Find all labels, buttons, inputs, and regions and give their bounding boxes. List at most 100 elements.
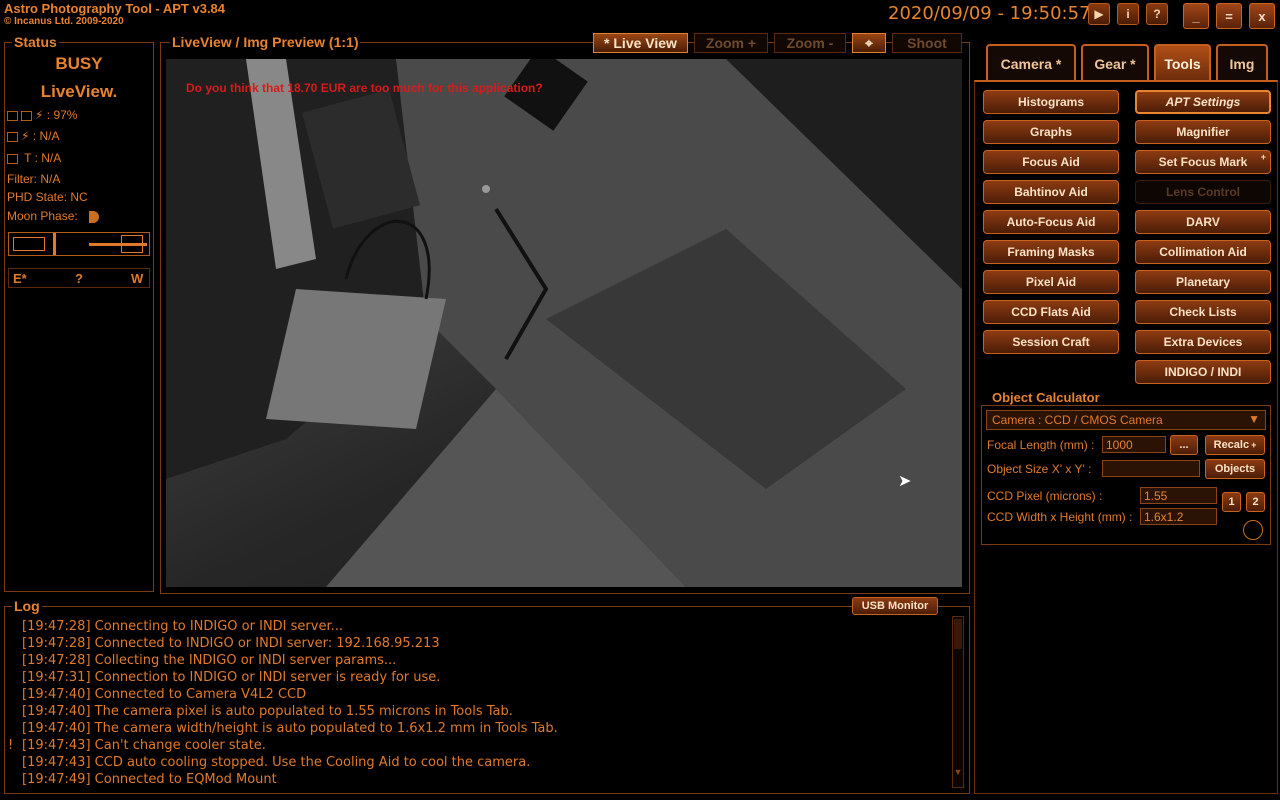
log-entry-text: [19:47:43] Can't change cooler state.	[22, 738, 266, 753]
help-button[interactable]: ?	[1146, 3, 1168, 25]
info-icon: i	[1126, 7, 1130, 21]
recalc-button[interactable]: Recalc +	[1205, 435, 1265, 455]
focal-length-browse-button[interactable]: ...	[1170, 435, 1198, 455]
log-entry: [19:47:40] The camera pixel is auto popu…	[8, 703, 948, 720]
graph-frame-right	[121, 235, 143, 253]
live-preview-image[interactable]: Do you think that 18.70 EUR are too much…	[166, 59, 962, 587]
maximize-icon: =	[1225, 8, 1233, 24]
app-copyright: © Incanus Ltd. 2009-2020	[4, 16, 124, 27]
usb-monitor-button[interactable]: USB Monitor	[852, 597, 938, 615]
log-entry: [19:47:43] CCD auto cooling stopped. Use…	[8, 754, 948, 771]
live-view-button[interactable]: * Live View	[593, 33, 688, 53]
battery-value: : 97%	[46, 108, 78, 122]
moon-phase-row: Moon Phase:	[7, 209, 100, 223]
compass-west: W	[131, 271, 144, 286]
ccd-width-height-label: CCD Width x Height (mm) :	[987, 510, 1133, 524]
framing-masks-button[interactable]: Framing Masks	[983, 240, 1119, 264]
ccd-pixel-input[interactable]	[1140, 487, 1217, 504]
indigo-indi-button[interactable]: INDIGO / INDI	[1135, 360, 1271, 384]
plus-icon: +	[1260, 152, 1266, 162]
apt-settings-button[interactable]: APT Settings	[1135, 90, 1271, 114]
log-title: Log	[12, 598, 42, 614]
temp-label: T :	[24, 151, 38, 165]
tab-img[interactable]: Img	[1216, 44, 1268, 82]
datetime-display: 2020/09/09 - 19:50:57	[888, 3, 1091, 24]
preview-title: LiveView / Img Preview (1:1)	[170, 34, 361, 50]
object-size-input[interactable]	[1102, 460, 1200, 477]
close-icon: x	[1258, 8, 1266, 24]
log-entry: [19:47:40] The camera width/height is au…	[8, 720, 948, 737]
minimize-button[interactable]: _	[1183, 3, 1209, 29]
scroll-down-icon[interactable]: ▼	[953, 767, 963, 785]
histograms-button[interactable]: Histograms	[983, 90, 1119, 114]
check-lists-button[interactable]: Check Lists	[1135, 300, 1271, 324]
fov-circle-icon[interactable]	[1243, 520, 1263, 540]
log-entry: [19:47:28] Connecting to INDIGO or INDI …	[8, 618, 948, 635]
power-icon: ⚡	[21, 129, 30, 143]
objects-button[interactable]: Objects	[1205, 459, 1265, 479]
log-entry-text: [19:47:43] CCD auto cooling stopped. Use…	[22, 755, 531, 770]
shoot-button[interactable]: Shoot	[892, 33, 962, 53]
collimation-aid-button[interactable]: Collimation Aid	[1135, 240, 1271, 264]
app-title: Astro Photography Tool - APT v3.84	[4, 1, 226, 16]
zoom-out-button[interactable]: Zoom -	[774, 33, 846, 53]
focus-aid-button[interactable]: Focus Aid	[983, 150, 1119, 174]
scene-screw	[482, 185, 490, 193]
extra-devices-button[interactable]: Extra Devices	[1135, 330, 1271, 354]
status-panel	[4, 42, 154, 592]
preset-2-button[interactable]: 2	[1246, 492, 1265, 512]
tab-tools[interactable]: Tools	[1154, 44, 1211, 82]
crosshair-icon: ⌖	[865, 34, 873, 51]
scroll-thumb[interactable]	[954, 619, 962, 649]
bahtinov-aid-button[interactable]: Bahtinov Aid	[983, 180, 1119, 204]
ccd-pixel-label: CCD Pixel (microns) :	[987, 489, 1103, 503]
log-entry: [19:47:40] Connected to Camera V4L2 CCD	[8, 686, 948, 703]
ccd-width-height-input[interactable]	[1140, 508, 1217, 525]
minimize-icon: _	[1192, 8, 1200, 24]
moon-phase-label: Moon Phase:	[7, 209, 78, 223]
phd-status: PHD State: NC	[7, 190, 88, 204]
status-title: Status	[12, 34, 59, 50]
log-scrollbar[interactable]: ▼	[952, 616, 964, 788]
auto-focus-aid-button[interactable]: Auto-Focus Aid	[983, 210, 1119, 234]
help-icon: ?	[1153, 7, 1161, 21]
log-entry-text: [19:47:28] Connecting to INDIGO or INDI …	[22, 619, 343, 634]
log-entry: [19:47:28] Collecting the INDIGO or INDI…	[8, 652, 948, 669]
log-entry-marker: !	[8, 738, 14, 753]
ccd-flats-aid-button[interactable]: CCD Flats Aid	[983, 300, 1119, 324]
pixel-aid-button[interactable]: Pixel Aid	[983, 270, 1119, 294]
chevron-down-icon: ▼	[1248, 412, 1260, 426]
log-entry: [19:47:49] Connected to EQMod Mount	[8, 771, 948, 788]
plus-icon: +	[1251, 440, 1257, 450]
graphs-button[interactable]: Graphs	[983, 120, 1119, 144]
laptop-icon	[7, 110, 18, 121]
lens-control-button[interactable]: Lens Control	[1135, 180, 1271, 204]
session-craft-button[interactable]: Session Craft	[983, 330, 1119, 354]
play-button[interactable]: ▶	[1088, 3, 1110, 25]
log-entry-text: [19:47:40] The camera pixel is auto popu…	[22, 704, 513, 719]
info-button[interactable]: i	[1117, 3, 1139, 25]
log-entry-text: [19:47:31] Connection to INDIGO or INDI …	[22, 670, 441, 685]
close-button[interactable]: x	[1249, 3, 1275, 29]
maximize-button[interactable]: =	[1216, 3, 1242, 29]
tab-camera[interactable]: Camera *	[986, 44, 1076, 82]
log-entry: ! [19:47:43] Can't change cooler state.	[8, 737, 948, 754]
crosshair-button[interactable]: ⌖	[852, 33, 886, 53]
focal-length-input[interactable]	[1102, 436, 1166, 453]
planetary-button[interactable]: Planetary	[1135, 270, 1271, 294]
log-entry-text: [19:47:40] The camera width/height is au…	[22, 721, 558, 736]
log-entry-text: [19:47:40] Connected to Camera V4L2 CCD	[22, 687, 307, 702]
log-entry-text: [19:47:28] Collecting the INDIGO or INDI…	[22, 653, 397, 668]
tab-gear[interactable]: Gear *	[1081, 44, 1149, 82]
preset-1-button[interactable]: 1	[1222, 492, 1241, 512]
darv-button[interactable]: DARV	[1135, 210, 1271, 234]
set-focus-mark-button[interactable]: Set Focus Mark +	[1135, 150, 1271, 174]
object-calculator-title: Object Calculator	[990, 390, 1102, 405]
camera-temp-row: T : N/A	[7, 151, 61, 165]
magnifier-button[interactable]: Magnifier	[1135, 120, 1271, 144]
preview-scene	[166, 59, 962, 587]
camera-icon	[7, 153, 18, 164]
camera-type-select[interactable]: Camera : CCD / CMOS Camera ▼	[986, 410, 1266, 430]
log-entry: [19:47:31] Connection to INDIGO or INDI …	[8, 669, 948, 686]
zoom-in-button[interactable]: Zoom +	[694, 33, 768, 53]
